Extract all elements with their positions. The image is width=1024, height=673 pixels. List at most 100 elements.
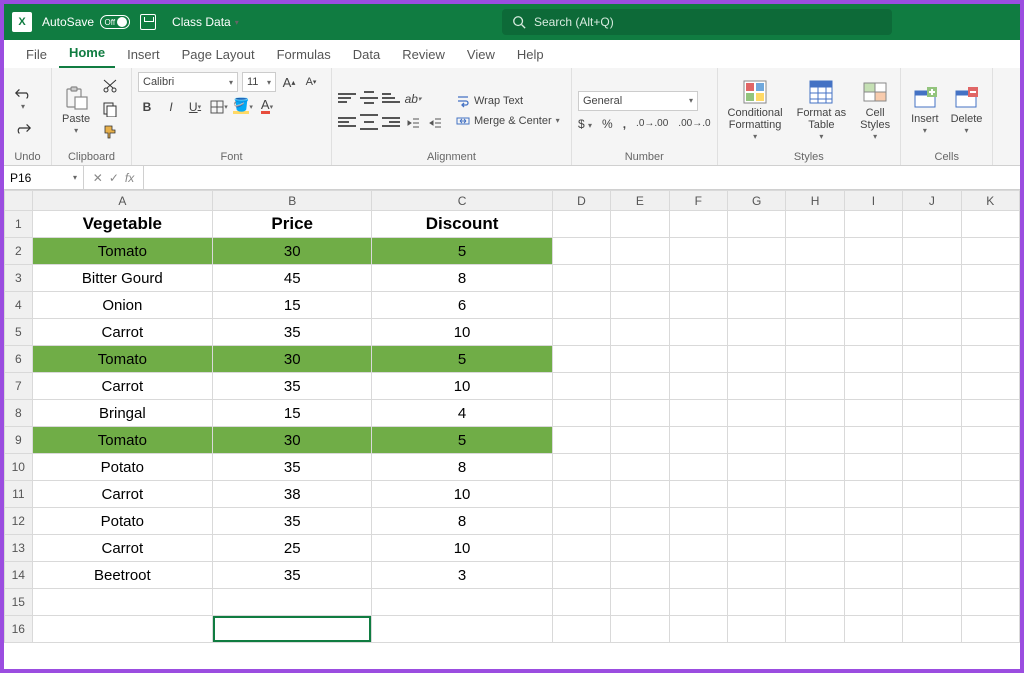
cell-B6[interactable]: 30 <box>213 346 372 373</box>
row-header-3[interactable]: 3 <box>5 265 33 292</box>
cut-button[interactable] <box>102 78 118 97</box>
cell-D9[interactable] <box>552 427 610 454</box>
cell-J13[interactable] <box>903 535 961 562</box>
cell-J15[interactable] <box>903 589 961 616</box>
cell-G4[interactable] <box>727 292 785 319</box>
cell-F3[interactable] <box>669 265 727 292</box>
cell-D11[interactable] <box>552 481 610 508</box>
cell-E16[interactable] <box>611 616 669 643</box>
cell-B12[interactable]: 35 <box>213 508 372 535</box>
col-header-E[interactable]: E <box>611 191 669 211</box>
accounting-format-button[interactable]: $ ▾ <box>578 117 592 131</box>
cell-F9[interactable] <box>669 427 727 454</box>
cell-J7[interactable] <box>903 373 961 400</box>
fill-color-button[interactable]: 🪣▾ <box>234 98 252 116</box>
cell-F13[interactable] <box>669 535 727 562</box>
cell-H9[interactable] <box>786 427 844 454</box>
cell-B10[interactable]: 35 <box>213 454 372 481</box>
cell-I3[interactable] <box>844 265 902 292</box>
increase-font-button[interactable]: A▴ <box>280 73 298 91</box>
cell-J11[interactable] <box>903 481 961 508</box>
cell-D7[interactable] <box>552 373 610 400</box>
cell-I11[interactable] <box>844 481 902 508</box>
cell-D2[interactable] <box>552 238 610 265</box>
orientation-button[interactable]: ab▾ <box>404 90 422 108</box>
cell-A9[interactable]: Tomato <box>32 427 212 454</box>
cell-E10[interactable] <box>611 454 669 481</box>
cell-A16[interactable] <box>32 616 212 643</box>
cell-B15[interactable] <box>213 589 372 616</box>
row-header-7[interactable]: 7 <box>5 373 33 400</box>
cell-G12[interactable] <box>727 508 785 535</box>
cell-G16[interactable] <box>727 616 785 643</box>
cell-H11[interactable] <box>786 481 844 508</box>
cell-D12[interactable] <box>552 508 610 535</box>
col-header-G[interactable]: G <box>727 191 785 211</box>
cell-C14[interactable]: 3 <box>372 562 552 589</box>
percent-format-button[interactable]: % <box>602 117 613 131</box>
cell-K1[interactable] <box>961 211 1019 238</box>
cell-A4[interactable]: Onion <box>32 292 212 319</box>
cell-E8[interactable] <box>611 400 669 427</box>
cell-A12[interactable]: Potato <box>32 508 212 535</box>
cell-F7[interactable] <box>669 373 727 400</box>
cell-K14[interactable] <box>961 562 1019 589</box>
row-header-11[interactable]: 11 <box>5 481 33 508</box>
insert-cells-button[interactable]: Insert▾ <box>907 83 943 138</box>
cell-G9[interactable] <box>727 427 785 454</box>
cell-C12[interactable]: 8 <box>372 508 552 535</box>
cell-A2[interactable]: Tomato <box>32 238 212 265</box>
cell-B5[interactable]: 35 <box>213 319 372 346</box>
cell-K11[interactable] <box>961 481 1019 508</box>
delete-cells-button[interactable]: Delete▾ <box>947 83 987 138</box>
col-header-F[interactable]: F <box>669 191 727 211</box>
cell-J2[interactable] <box>903 238 961 265</box>
cell-H12[interactable] <box>786 508 844 535</box>
cell-J16[interactable] <box>903 616 961 643</box>
col-header-J[interactable]: J <box>903 191 961 211</box>
cell-D4[interactable] <box>552 292 610 319</box>
cell-I13[interactable] <box>844 535 902 562</box>
cell-J10[interactable] <box>903 454 961 481</box>
cell-B14[interactable]: 35 <box>213 562 372 589</box>
cell-D10[interactable] <box>552 454 610 481</box>
cancel-formula-icon[interactable]: ✕ <box>93 171 103 185</box>
cell-A8[interactable]: Bringal <box>32 400 212 427</box>
cell-D1[interactable] <box>552 211 610 238</box>
cell-A14[interactable]: Beetroot <box>32 562 212 589</box>
cell-F6[interactable] <box>669 346 727 373</box>
col-header-K[interactable]: K <box>961 191 1019 211</box>
cell-D3[interactable] <box>552 265 610 292</box>
cell-C2[interactable]: 5 <box>372 238 552 265</box>
cell-B4[interactable]: 15 <box>213 292 372 319</box>
cell-D8[interactable] <box>552 400 610 427</box>
cell-H1[interactable] <box>786 211 844 238</box>
cell-I6[interactable] <box>844 346 902 373</box>
cell-B9[interactable]: 30 <box>213 427 372 454</box>
font-size-select[interactable]: 11▾ <box>242 72 276 92</box>
cell-E9[interactable] <box>611 427 669 454</box>
row-header-2[interactable]: 2 <box>5 238 33 265</box>
row-header-8[interactable]: 8 <box>5 400 33 427</box>
decrease-decimal-button[interactable]: .00→.0 <box>678 118 710 129</box>
cell-I4[interactable] <box>844 292 902 319</box>
cell-I7[interactable] <box>844 373 902 400</box>
row-header-15[interactable]: 15 <box>5 589 33 616</box>
cell-B2[interactable]: 30 <box>213 238 372 265</box>
conditional-formatting-button[interactable]: Conditional Formatting▾ <box>724 77 787 144</box>
cell-E4[interactable] <box>611 292 669 319</box>
select-all-corner[interactable] <box>5 191 33 211</box>
font-name-select[interactable]: Calibri▾ <box>138 72 238 92</box>
cell-F10[interactable] <box>669 454 727 481</box>
cell-G11[interactable] <box>727 481 785 508</box>
cell-I1[interactable] <box>844 211 902 238</box>
cell-E15[interactable] <box>611 589 669 616</box>
cell-H15[interactable] <box>786 589 844 616</box>
cell-E1[interactable] <box>611 211 669 238</box>
cell-B7[interactable]: 35 <box>213 373 372 400</box>
cell-E5[interactable] <box>611 319 669 346</box>
cell-H16[interactable] <box>786 616 844 643</box>
cell-K16[interactable] <box>961 616 1019 643</box>
col-header-A[interactable]: A <box>32 191 212 211</box>
cell-I2[interactable] <box>844 238 902 265</box>
